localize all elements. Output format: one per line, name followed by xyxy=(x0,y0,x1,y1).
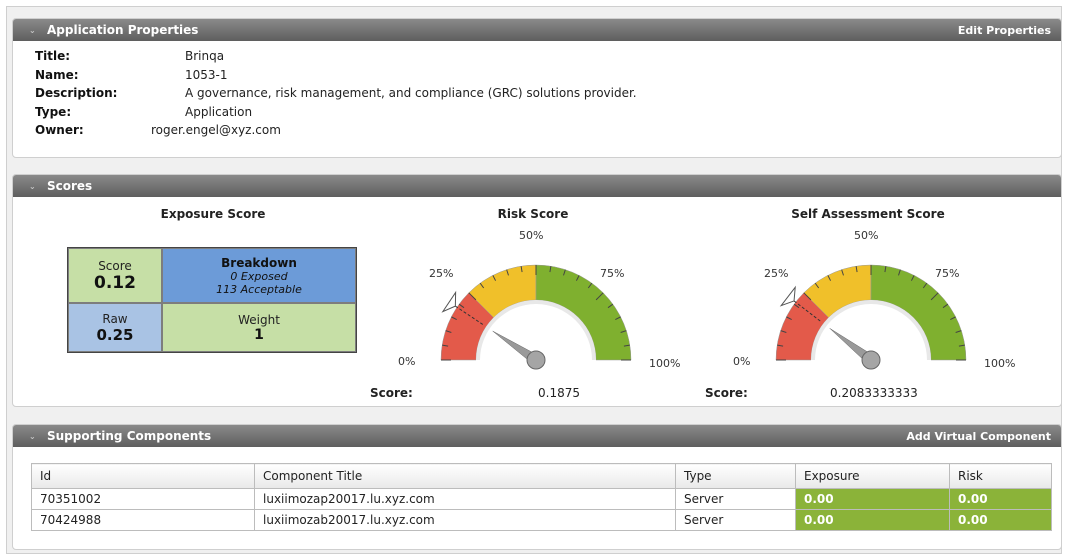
edit-properties-link[interactable]: Edit Properties xyxy=(958,24,1051,37)
self-assessment-score-title: Self Assessment Score xyxy=(791,207,945,221)
breakdown-cell: Breakdown 0 Exposed 113 Acceptable xyxy=(162,248,356,303)
supporting-components-panel: ⌄ Supporting Components Add Virtual Comp… xyxy=(12,424,1062,550)
collapse-icon[interactable]: ⌄ xyxy=(29,432,37,441)
gauge-pivot xyxy=(526,350,546,370)
self-assessment-score-label: Score: xyxy=(705,386,748,400)
cell-risk: 0.00 xyxy=(949,488,1052,510)
property-row: Title: Brinqa xyxy=(35,47,1061,66)
column-header-exposure[interactable]: Exposure xyxy=(795,463,950,489)
property-label: Name: xyxy=(35,67,79,82)
breakdown-label: Breakdown xyxy=(221,255,297,270)
gauge-pivot xyxy=(861,350,881,370)
cell-exposure: 0.00 xyxy=(795,509,950,531)
cell-type: Server xyxy=(675,509,796,531)
cell-exposure: 0.00 xyxy=(795,488,950,510)
column-header-title[interactable]: Component Title xyxy=(254,463,676,489)
gauge-tick-50: 50% xyxy=(854,229,879,242)
property-label: Title: xyxy=(35,49,71,64)
scores-panel: ⌄ Scores Exposure Score Score 0.12 Break… xyxy=(12,174,1062,407)
application-properties-header[interactable]: ⌄ Application Properties Edit Properties xyxy=(13,19,1061,41)
property-row: Description: A governance, risk manageme… xyxy=(35,84,1061,103)
property-value: Application xyxy=(185,104,253,119)
cell-title: luxiimozap20017.lu.xyz.com xyxy=(254,488,676,510)
score-label: Score xyxy=(98,258,132,273)
cell-id: 70424988 xyxy=(31,509,255,531)
raw-label: Raw xyxy=(102,311,128,326)
property-row: Name: 1053-1 xyxy=(35,66,1061,85)
panel-title: Application Properties xyxy=(47,23,199,37)
weight-cell: Weight 1 xyxy=(162,303,356,352)
weight-label: Weight xyxy=(238,312,280,327)
collapse-icon[interactable]: ⌄ xyxy=(29,26,37,35)
exposure-score-title: Exposure Score xyxy=(160,207,266,221)
self-assessment-score-value: 0.2083333333 xyxy=(830,386,918,400)
risk-gauge xyxy=(440,264,632,370)
gauge-marker xyxy=(441,290,457,313)
cell-risk: 0.00 xyxy=(949,509,1052,531)
column-header-type[interactable]: Type xyxy=(675,463,796,489)
self-assessment-gauge xyxy=(775,264,967,370)
gauge-band-green xyxy=(535,264,632,361)
property-label: Type: xyxy=(35,104,72,119)
panel-title: Supporting Components xyxy=(47,429,212,443)
weight-value: 1 xyxy=(254,326,264,343)
column-header-id[interactable]: Id xyxy=(31,463,255,489)
panel-title: Scores xyxy=(47,179,93,193)
property-label: Owner: xyxy=(35,123,84,138)
raw-cell: Raw 0.25 xyxy=(68,303,162,352)
column-header-risk[interactable]: Risk xyxy=(949,463,1052,489)
property-label: Description: xyxy=(35,86,118,101)
properties-list: Title: Brinqa Name: 1053-1 Description: … xyxy=(13,41,1061,140)
acceptable-count: 113 Acceptable xyxy=(216,282,302,296)
property-row: Type: Application xyxy=(35,103,1061,122)
collapse-icon[interactable]: ⌄ xyxy=(29,182,37,191)
risk-score-value: 0.1875 xyxy=(538,386,580,400)
exposed-count: 0 Exposed xyxy=(230,269,288,283)
scores-header[interactable]: ⌄ Scores xyxy=(13,175,1061,197)
exposure-score-table: Score 0.12 Breakdown 0 Exposed 113 Accep… xyxy=(67,247,357,353)
property-value: roger.engel@xyz.com xyxy=(151,123,281,138)
add-virtual-component-link[interactable]: Add Virtual Component xyxy=(906,430,1051,443)
gauge-tick-0: 0% xyxy=(733,355,751,368)
gauge-tick-50: 50% xyxy=(519,229,544,242)
table-row[interactable]: 70424988 luxiimozab20017.lu.xyz.com Serv… xyxy=(31,509,1052,531)
gauge-tick-0: 0% xyxy=(398,355,416,368)
property-value: Brinqa xyxy=(185,49,225,64)
gauge-band-green xyxy=(870,264,967,361)
property-row: Owner: roger.engel@xyz.com xyxy=(35,121,1061,140)
gauge-marker xyxy=(779,285,796,307)
cell-type: Server xyxy=(675,488,796,510)
raw-value: 0.25 xyxy=(96,325,134,344)
risk-score-label: Score: xyxy=(370,386,413,400)
property-value: 1053-1 xyxy=(185,67,228,82)
property-value: A governance, risk management, and compl… xyxy=(185,86,637,101)
components-table: Id Component Title Type Exposure Risk 70… xyxy=(31,463,1052,531)
risk-score-title: Risk Score xyxy=(497,207,569,221)
supporting-components-header[interactable]: ⌄ Supporting Components Add Virtual Comp… xyxy=(13,425,1061,447)
cell-id: 70351002 xyxy=(31,488,255,510)
table-row[interactable]: 70351002 luxiimozap20017.lu.xyz.com Serv… xyxy=(31,488,1052,510)
table-header-row: Id Component Title Type Exposure Risk xyxy=(31,463,1052,489)
application-properties-panel: ⌄ Application Properties Edit Properties… xyxy=(12,18,1062,158)
cell-title: luxiimozab20017.lu.xyz.com xyxy=(254,509,676,531)
score-cell: Score 0.12 xyxy=(68,248,162,303)
score-value: 0.12 xyxy=(94,272,136,293)
